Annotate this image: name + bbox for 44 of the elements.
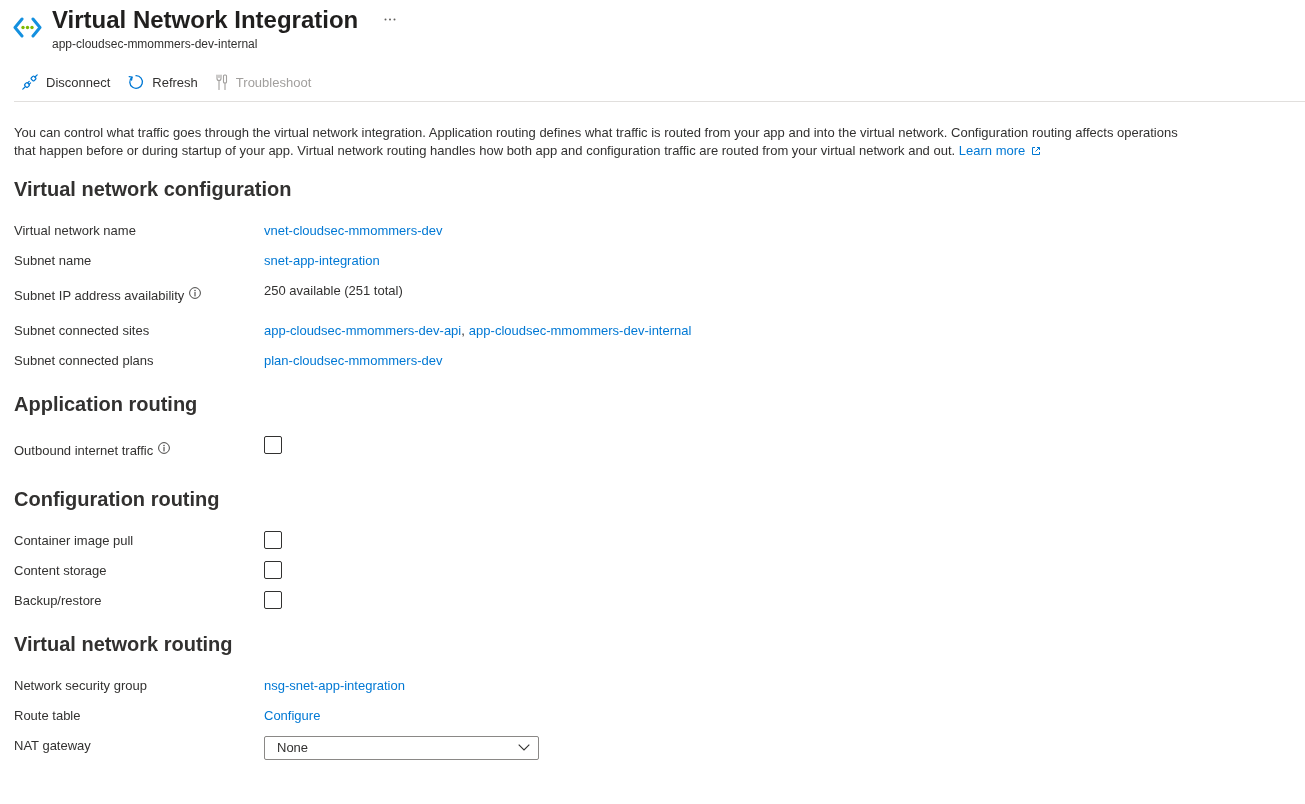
field-label: Content storage <box>14 562 107 578</box>
chevron-down-icon <box>518 744 530 751</box>
field-label: Outbound internet traffic <box>14 442 154 458</box>
field-label: Subnet connected plans <box>14 352 154 368</box>
learn-more-link[interactable]: Learn more <box>958 143 1042 158</box>
field-label: Subnet name <box>14 252 92 268</box>
external-link-icon <box>1031 146 1042 156</box>
field-label: Network security group <box>14 677 147 693</box>
page-title: Virtual Network Integration <box>52 5 359 35</box>
intro-text: You can control what traffic goes through the virtual network integration. Application routing defines what traffic is routed from your app and into the virtual network. Configuration routing affects operations that happen before or during startup of your app. Virtual network routing handles how both app and configuration traffic are routed from your virtual network and out. Learn more <box>14 124 1179 160</box>
list-separator: , <box>461 322 465 338</box>
section-heading: Virtual network routing <box>14 632 234 657</box>
resource-name: app-cloudsec-mmommers-dev-internal <box>52 36 259 52</box>
resource-link[interactable]: vnet-cloudsec-mmommers-dev <box>264 222 443 238</box>
section-heading: Configuration routing <box>14 487 221 512</box>
ellipsis-icon <box>384 18 397 21</box>
section-heading: Virtual network configuration <box>14 177 293 202</box>
field-label: Subnet IP address availability <box>14 287 185 303</box>
info-icon[interactable] <box>189 287 202 299</box>
resource-link[interactable]: app-cloudsec-mmommers-dev-internal <box>468 322 692 338</box>
field-label: Backup/restore <box>14 592 102 608</box>
field-label: Route table <box>14 707 81 723</box>
section-heading: Application routing <box>14 392 199 417</box>
plug-icon <box>22 74 38 90</box>
checkbox[interactable] <box>264 436 282 454</box>
field-label: NAT gateway <box>14 737 91 753</box>
info-icon[interactable] <box>158 442 171 454</box>
resource-link[interactable]: nsg-snet-app-integration <box>264 677 405 693</box>
virtual-network-icon <box>13 17 42 38</box>
disconnect-button[interactable]: Disconnect <box>14 66 119 98</box>
field-label: Container image pull <box>14 532 134 548</box>
resource-link[interactable]: Configure <box>264 707 321 723</box>
checkbox[interactable] <box>264 561 282 579</box>
tools-icon <box>215 73 228 91</box>
resource-link[interactable]: snet-app-integration <box>264 252 380 268</box>
refresh-button[interactable]: Refresh <box>120 66 206 98</box>
field-label: Virtual network name <box>14 222 136 238</box>
checkbox[interactable] <box>264 591 282 609</box>
field-label: Subnet connected sites <box>14 322 150 338</box>
field-value: 250 available (251 total) <box>264 282 403 298</box>
refresh-icon <box>128 74 145 90</box>
checkbox[interactable] <box>264 531 282 549</box>
dropdown[interactable]: None <box>264 735 539 760</box>
resource-link[interactable]: plan-cloudsec-mmommers-dev <box>264 352 443 368</box>
